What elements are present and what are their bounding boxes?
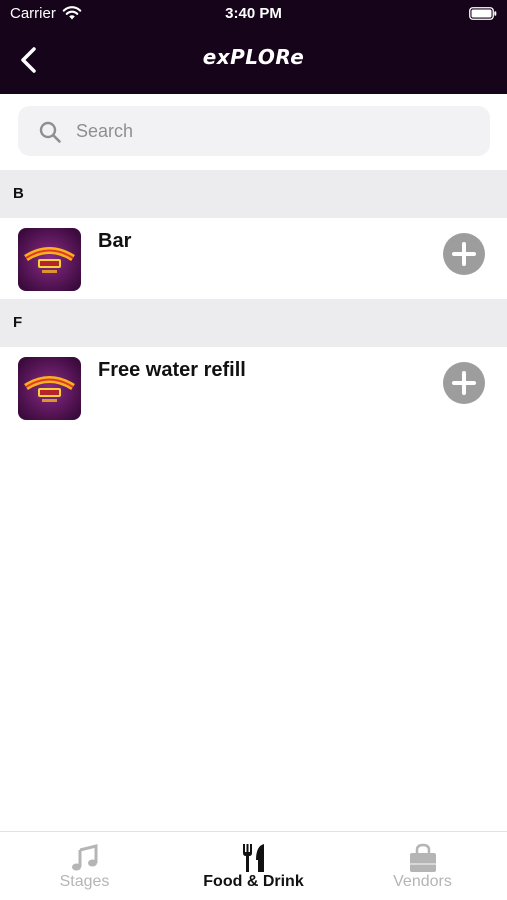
list-item[interactable]: Bar: [0, 218, 507, 300]
search-bar-container: [0, 94, 507, 170]
shopping-bag-icon: [410, 843, 436, 872]
status-bar: Carrier 3:40 PM: [0, 0, 507, 28]
item-name: Free water refill: [98, 359, 246, 381]
tab-stages[interactable]: Stages: [0, 832, 169, 900]
tab-food-drink[interactable]: Food & Drink: [169, 832, 338, 900]
page-title: exPLORe: [202, 45, 305, 69]
app-header: Carrier 3:40 PM exPLORe: [0, 0, 507, 94]
music-note-icon: [72, 844, 98, 871]
section-header-b: B: [0, 170, 507, 218]
section-header-f: F: [0, 299, 507, 347]
list-item[interactable]: Free water refill: [0, 347, 507, 429]
plus-icon: [452, 371, 476, 395]
item-name: Bar: [98, 230, 132, 252]
section-letter: B: [13, 185, 24, 202]
search-input[interactable]: [76, 116, 466, 146]
plus-icon: [452, 242, 476, 266]
add-button[interactable]: [443, 233, 485, 275]
tab-label: Vendors: [393, 873, 452, 890]
festival-logo-thumbnail: [18, 357, 81, 420]
search-box[interactable]: [18, 106, 490, 156]
search-icon: [39, 121, 61, 143]
tab-bar: Stages Food & Drink Vendors: [0, 831, 507, 900]
fork-knife-icon: [243, 844, 264, 872]
festival-logo-thumbnail: [18, 228, 81, 291]
tab-vendors[interactable]: Vendors: [338, 832, 507, 900]
section-letter: F: [13, 314, 23, 331]
tab-label: Food & Drink: [203, 873, 304, 890]
tab-label: Stages: [59, 873, 110, 890]
status-time: 3:40 PM: [225, 5, 282, 22]
add-button[interactable]: [443, 362, 485, 404]
battery-icon: [469, 7, 497, 20]
